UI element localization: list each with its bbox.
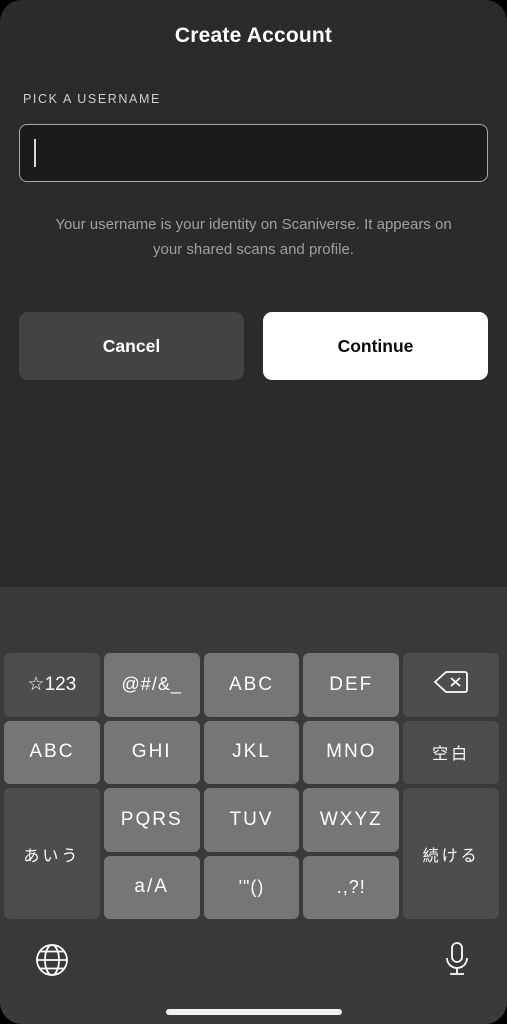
key-atsign[interactable]: @#/&_ (103, 653, 200, 717)
key-mno[interactable]: MNO (303, 720, 400, 784)
key-label: GHI (131, 741, 172, 763)
key-abc-mode[interactable]: ABC (4, 720, 100, 784)
continue-button[interactable]: Continue (263, 312, 488, 380)
key-continue-key[interactable]: 続ける (403, 788, 499, 919)
key-quotes[interactable]: '"() (203, 855, 300, 919)
key-label: あいう (23, 847, 81, 865)
software-keyboard: ☆ 123 @#/&_ ABC DEF ABC GHI JKL MNO 空白あいう PQRS TUV W… (0, 587, 507, 1024)
globe-icon[interactable] (34, 942, 70, 978)
star-icon: ☆ (27, 674, 45, 696)
key-label: '"() (238, 876, 265, 897)
key-label: JKL (232, 741, 271, 763)
key-jkl[interactable]: JKL (203, 720, 300, 784)
key-abc-def1[interactable]: ABC (203, 653, 300, 717)
key-wxyz[interactable]: WXYZ (303, 788, 400, 852)
helper-text: Your username is your identity on Scaniv… (55, 216, 452, 258)
key-backspace[interactable] (403, 653, 499, 717)
dialog-button-row: Cancel Continue (19, 312, 488, 380)
key-label: 続ける (422, 847, 480, 865)
key-ghi[interactable]: GHI (103, 720, 200, 784)
key-label: WXYZ (319, 808, 383, 830)
backspace-icon (433, 670, 468, 700)
key-tuv[interactable]: TUV (203, 788, 300, 852)
key-sym123[interactable]: ☆ 123 (4, 653, 100, 717)
cancel-button[interactable]: Cancel (19, 312, 244, 380)
key-label: MNO (326, 741, 377, 763)
key-punct[interactable]: .,?! (303, 855, 400, 919)
key-space[interactable]: 空白 (403, 720, 499, 784)
page-title: Create Account (174, 24, 333, 47)
keyboard-bottom-bar (0, 920, 507, 1024)
create-account-dialog: Create Account PICK A USERNAME Your user… (0, 0, 507, 587)
username-input[interactable] (19, 124, 488, 182)
key-label: a/A (134, 876, 169, 898)
key-label: .,?! (336, 876, 366, 897)
keyboard-key-grid: ☆ 123 @#/&_ ABC DEF ABC GHI JKL MNO 空白あいう PQRS TUV W… (4, 653, 503, 920)
key-label: 空白 (432, 746, 471, 764)
home-indicator (165, 1009, 342, 1015)
key-def[interactable]: DEF (303, 653, 400, 717)
microphone-icon[interactable] (441, 940, 473, 980)
key-kana[interactable]: あいう (4, 788, 100, 919)
key-pqrs[interactable]: PQRS (103, 788, 200, 852)
key-label: 123 (44, 673, 77, 695)
key-label: ABC (228, 673, 275, 695)
key-label: DEF (329, 673, 374, 695)
device-screen: Create Account PICK A USERNAME Your user… (0, 0, 507, 1024)
text-caret (34, 139, 36, 167)
key-label: PQRS (120, 808, 183, 830)
key-case[interactable]: a/A (103, 855, 200, 919)
key-label: ABC (29, 741, 75, 763)
key-label: @#/&_ (121, 674, 182, 695)
key-label: TUV (229, 808, 274, 830)
username-field-label: PICK A USERNAME (23, 92, 161, 106)
